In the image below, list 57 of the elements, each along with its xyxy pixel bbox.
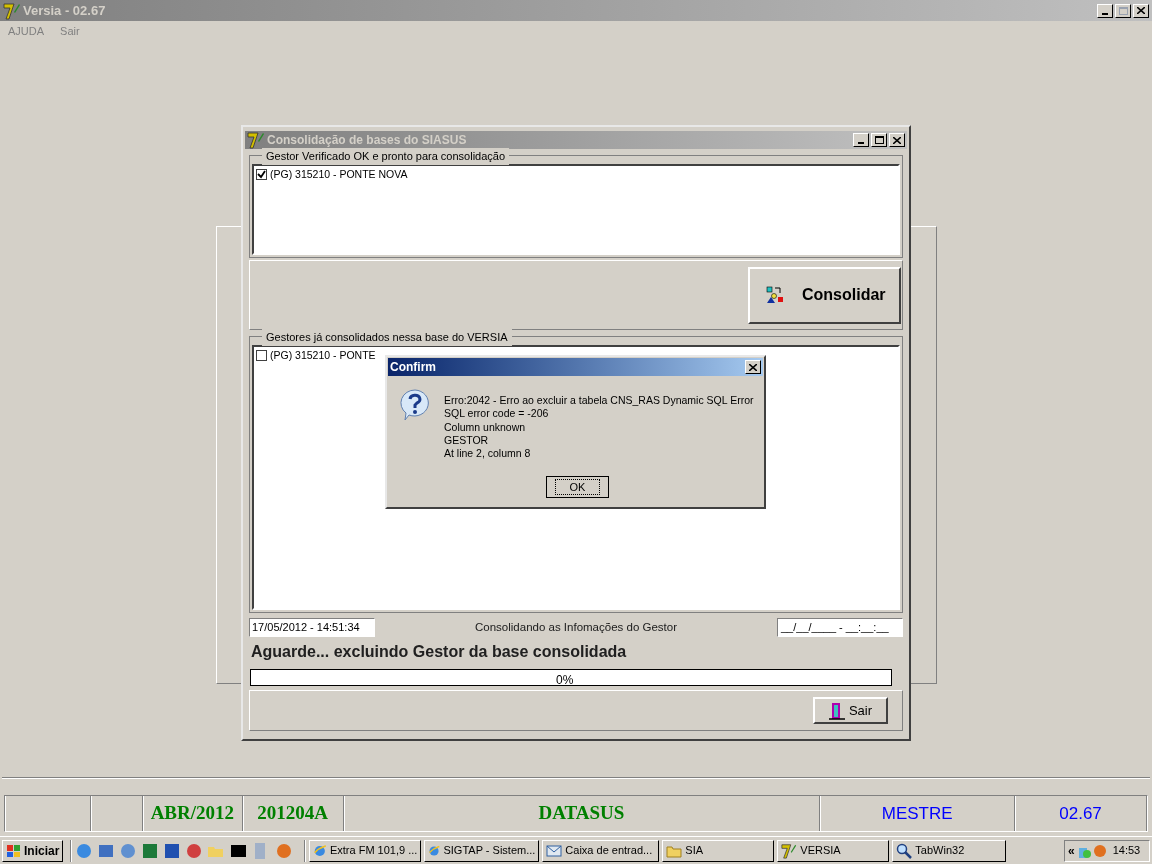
status-label: Consolidando as Infomações do Gestor	[475, 619, 677, 635]
shapes-icon	[766, 286, 784, 304]
window-title: Versia - 02.67	[23, 1, 106, 20]
progress-reading: 0%	[556, 672, 574, 689]
clock: 14:53	[1112, 843, 1141, 859]
globe-icon	[313, 842, 327, 859]
taskbar-button[interactable]: Caixa de entrad...	[542, 839, 660, 862]
checkbox[interactable]	[256, 169, 267, 180]
group-label: Gestores já consolidados nessa base do VERSIA	[262, 329, 512, 346]
taskbar-button[interactable]: VERSIA	[777, 839, 890, 862]
status-cell-text: 02.67	[1059, 802, 1102, 825]
exit-button[interactable]: Sair	[813, 697, 888, 724]
checkbox[interactable]	[256, 350, 267, 361]
magnifier-icon	[896, 842, 913, 859]
mail-icon	[546, 842, 563, 859]
list-item[interactable]: (PG) 315210 - PONTE	[270, 347, 376, 364]
dialog-title: Confirm	[390, 359, 436, 376]
app-logo-icon	[781, 842, 798, 859]
taskbar-button[interactable]: TabWin32	[892, 839, 1007, 862]
error-message-line: At line 2, column 8	[444, 447, 532, 461]
app-logo-icon	[247, 131, 265, 149]
close-icon	[893, 136, 901, 144]
consolidate-button[interactable]: Consolidar	[748, 266, 901, 324]
start-time-field[interactable]: 17/05/2012 - 14:51:34	[249, 618, 375, 637]
taskbar-button[interactable]: SIA	[662, 839, 775, 862]
list-item[interactable]: (PG) 315210 - PONTE NOVA	[270, 166, 408, 183]
window-title: Consolidação de bases do SIASUS	[267, 132, 467, 149]
taskbar-button[interactable]: Extra FM 101,9 ...	[309, 839, 422, 862]
status-cell-text: MESTRE	[881, 802, 953, 825]
error-message-line: Column unknown	[444, 420, 527, 434]
close-button[interactable]	[1133, 3, 1149, 18]
end-time-field[interactable]: __/__/____ - __:__:__	[777, 618, 903, 637]
status-cell-text: ABR/2012	[150, 801, 235, 826]
tray-expand-button[interactable]: «	[1068, 841, 1075, 860]
question-icon	[399, 388, 432, 421]
door-icon	[828, 701, 845, 720]
status-cell-text: DATASUS	[538, 801, 625, 826]
error-message-line: Erro:2042 - Erro ao excluir a tabela CNS_RAS Dynamic SQL Error	[444, 394, 754, 408]
close-button[interactable]	[745, 360, 761, 374]
status-cell-text: 201204A	[257, 801, 329, 826]
ok-button[interactable]: OK	[546, 476, 609, 499]
minimize-button[interactable]	[1097, 3, 1113, 18]
tray-icons-drawing	[1077, 842, 1108, 859]
close-button[interactable]	[889, 133, 905, 147]
taskbar-button[interactable]: SIGTAP - Sistem...	[424, 839, 540, 862]
error-message-line: SQL error code = -206	[444, 407, 550, 421]
app-logo-icon	[3, 1, 21, 20]
group-label: Gestor Verificado OK e pronto para consolidação	[262, 148, 510, 165]
start-button[interactable]: Iniciar	[2, 839, 64, 862]
windows-logo-icon	[6, 843, 22, 858]
close-icon	[1137, 7, 1145, 14]
close-icon	[749, 363, 757, 371]
error-message-line: GESTOR	[444, 433, 490, 448]
progress-message: Aguarde... excluindo Gestor da base consolidada	[251, 642, 628, 662]
maximize-button[interactable]	[1115, 3, 1131, 18]
minimize-button[interactable]	[853, 133, 869, 147]
maximize-button[interactable]	[871, 133, 887, 147]
